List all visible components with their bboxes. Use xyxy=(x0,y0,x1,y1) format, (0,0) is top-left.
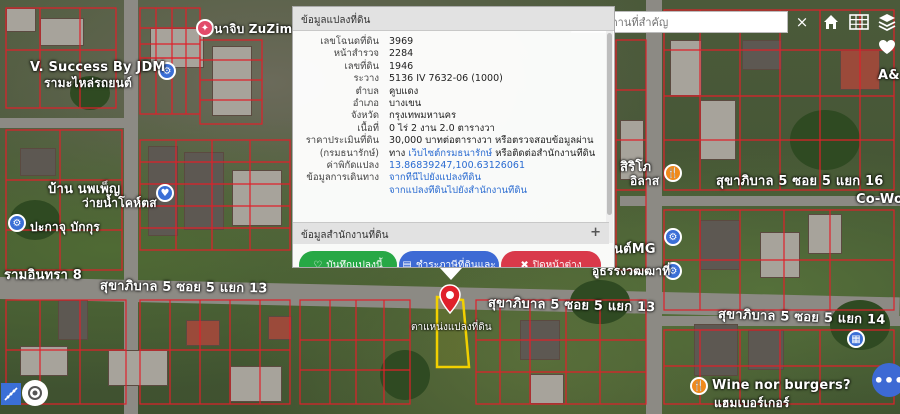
land-office-section-header[interactable]: ข้อมูลสำนักงานที่ดิน + xyxy=(293,222,609,244)
measure-tool-button[interactable] xyxy=(1,383,21,405)
detail-label: ข้อมูลการเดินทาง xyxy=(306,172,379,184)
save-parcel-label: บันทึกแปลงนี้ xyxy=(326,259,383,268)
close-icon: ✖ xyxy=(520,259,529,268)
parcel-info-panel: ข้อมูลแปลงที่ดิน เลขโฉนดที่ดิน 3969 หน้าส… xyxy=(292,6,615,268)
detail-label: ราคาประเมินที่ดิน xyxy=(305,135,379,147)
detail-label: ระวาง xyxy=(353,73,379,85)
map-label-sirinthorn-sub: อิลาส xyxy=(630,174,660,188)
detail-label: เลขที่ดิน xyxy=(344,60,380,72)
detail-row: เลขโฉนดที่ดิน 3969 xyxy=(293,36,614,48)
detail-label: อำเภอ xyxy=(352,97,379,109)
detail-value: 0 ไร่ 2 งาน 2.0 ตารางวา xyxy=(389,122,495,134)
map-label-ban-poeng-sub: ว่ายน้ำโคห์ตส xyxy=(82,196,157,210)
pay-tax-button[interactable]: ▤ ชำระภาษีที่ดินและ xyxy=(399,251,499,268)
layers-button[interactable] xyxy=(874,9,900,35)
detail-value: 3969 xyxy=(389,36,414,47)
save-parcel-button[interactable]: ♡ บันทึกแปลงนี้ xyxy=(299,251,397,268)
poi-building-icon[interactable]: ▦ xyxy=(847,330,865,348)
more-options-button[interactable]: ••• xyxy=(872,363,900,397)
map-label-wine: Wine nor burgers? xyxy=(712,378,851,393)
panel-actions: ♡ บันทึกแปลงนี้ ▤ ชำระภาษีที่ดินและ ✖ ปิ… xyxy=(293,245,609,268)
home-icon xyxy=(824,15,838,29)
map-label-aplus: A& xyxy=(878,68,900,83)
detail-value: 1946 xyxy=(389,60,414,72)
directions-to-parcel-link[interactable]: จากที่นี่ไปยังแปลงที่ดิน xyxy=(389,172,481,184)
poi-ban-poeng-icon[interactable]: ♥ xyxy=(156,184,174,202)
parcel-position-label: ตาแหน่งแปลงที่ดิน xyxy=(411,322,492,333)
detail-row: ค่าพิกัดแปลง 13.86839247,100.63126061 xyxy=(293,160,614,172)
ruler-icon xyxy=(4,387,18,401)
detail-label xyxy=(293,185,389,197)
detail-row: ตำบล คูบแดง xyxy=(293,86,614,98)
detail-row: ระวาง 5136 IV 7632-06 (1000) xyxy=(293,73,614,85)
detail-row: ราคาประเมินที่ดิน 30,000 บาทต่อตารางวา หร… xyxy=(293,135,614,147)
detail-row: จากแปลงที่ดินไปยังสำนักงานที่ดิน xyxy=(293,185,614,197)
poi-pakkhu-icon[interactable]: ⚙ xyxy=(8,214,26,232)
detail-suffix: หรือติดต่อสำนักงานที่ดิน xyxy=(495,147,596,159)
parcel-details: เลขโฉนดที่ดิน 3969 หน้าสำรวจ 2284 เลขที่ดิ… xyxy=(293,31,614,197)
detail-value: ทาง เว็บไซต์กรมธนารักษ์ หรือติดต่อสำนักง… xyxy=(389,148,595,160)
map-label-wine-sub: แฮมเบอร์เกอร์ xyxy=(714,396,790,410)
map-label-mg: นต์MG xyxy=(614,242,656,257)
poi-restaurant-icon[interactable]: 🍴 xyxy=(664,164,682,182)
map-label-vsuccess: V. Success By JDM xyxy=(30,60,166,75)
land-office-section-title: ข้อมูลสำนักงานที่ดิน xyxy=(301,230,389,241)
panel-title: ข้อมูลแปลงที่ดิน xyxy=(293,7,614,31)
detail-label: ตำบล xyxy=(355,85,379,97)
expand-icon[interactable]: + xyxy=(590,225,601,240)
detail-prefix: ทาง xyxy=(389,147,406,159)
detail-label: จังหวัด xyxy=(351,110,379,122)
detail-value: คูบแดง xyxy=(389,85,419,97)
location-pin-icon[interactable] xyxy=(439,284,461,314)
poi-wine-icon[interactable]: 🍴 xyxy=(690,377,708,395)
favorite-button[interactable] xyxy=(874,34,900,60)
detail-value: บางเขน xyxy=(389,97,422,109)
map-label-sukhapiban-right-top: สุขาภิบาล 5 ซอย 5 แยก 16 xyxy=(716,174,884,189)
close-window-label: ปิดหน้าต่าง xyxy=(532,259,582,268)
detail-label: หน้าสำรวจ xyxy=(333,48,379,60)
detail-value: กรุงเทพมหานคร xyxy=(389,110,457,122)
coordinates-link[interactable]: 13.86839247,100.63126061 xyxy=(389,160,525,172)
detail-row: จังหวัด กรุงเทพมหานคร xyxy=(293,110,614,122)
map-label-zuzim: นาจิบ ZuZim xyxy=(214,22,293,36)
poi-zuzim-icon[interactable]: ✦ xyxy=(196,19,214,37)
panel-scrollbar[interactable] xyxy=(607,33,612,215)
pay-tax-label: ชำระภาษีที่ดินและ xyxy=(415,259,496,268)
close-window-button[interactable]: ✖ ปิดหน้าต่าง xyxy=(501,251,601,268)
document-icon: ▤ xyxy=(402,259,412,268)
heart-outline-icon: ♡ xyxy=(313,259,323,268)
directions-to-office-link[interactable]: จากแปลงที่ดินไปยังสำนักงานที่ดิน xyxy=(389,185,527,197)
map-label-vsuccess-sub: รามะไหล่รถยนต์ xyxy=(44,76,132,90)
map-label-co-work: Co-Wor xyxy=(856,192,900,207)
detail-row: เลขที่ดิน 1946 xyxy=(293,61,614,73)
detail-row: อำเภอ บางเขน xyxy=(293,98,614,110)
treasury-website-link[interactable]: เว็บไซต์กรมธนารักษ์ xyxy=(408,148,492,159)
map-label-pakkhu: ปะกาจุ บักกุร xyxy=(30,220,100,234)
map-label-ram-indra: รามอินทรา 8 xyxy=(4,268,82,283)
home-button[interactable] xyxy=(818,9,844,35)
search-clear-button[interactable]: × xyxy=(791,11,813,33)
poi-mg-icon[interactable]: ⚙ xyxy=(664,228,682,246)
detail-label: เลขโฉนดที่ดิน xyxy=(320,36,379,47)
detail-label: ค่าพิกัดแปลง xyxy=(326,159,380,171)
grid-button[interactable] xyxy=(846,9,872,35)
detail-row: เนื้อที่ 0 ไร่ 2 งาน 2.0 ตารางวา xyxy=(293,123,614,135)
detail-label: (กรมธนารักษ์) xyxy=(319,147,379,159)
crosshair-icon xyxy=(28,386,42,400)
detail-row: (กรมธนารักษ์) ทาง เว็บไซต์กรมธนารักษ์ หรื… xyxy=(293,148,614,160)
detail-value: 2284 xyxy=(389,48,414,60)
detail-label: เนื้อที่ xyxy=(357,122,379,134)
layers-icon xyxy=(878,14,896,31)
map-label-sukhapiban-mid: สุขาภิบาล 5 ซอย 5 แยก 13 xyxy=(487,295,656,316)
panel-pointer xyxy=(440,268,462,280)
map-label-sukhapiban-left: สุขาภิบาล 5 ซอย 5 แยก 13 xyxy=(99,278,268,297)
heart-icon xyxy=(879,40,895,54)
detail-row: หน้าสำรวจ 2284 xyxy=(293,48,614,60)
detail-value: 30,000 บาทต่อตารางวา หรือตรวจสอบข้อมูลผ่… xyxy=(389,135,594,147)
grid-icon xyxy=(849,14,869,30)
locate-me-button[interactable] xyxy=(22,380,48,406)
detail-row: ข้อมูลการเดินทาง จากที่นี่ไปยังแปลงที่ดิน xyxy=(293,172,614,184)
detail-value: 5136 IV 7632-06 (1000) xyxy=(389,73,503,85)
